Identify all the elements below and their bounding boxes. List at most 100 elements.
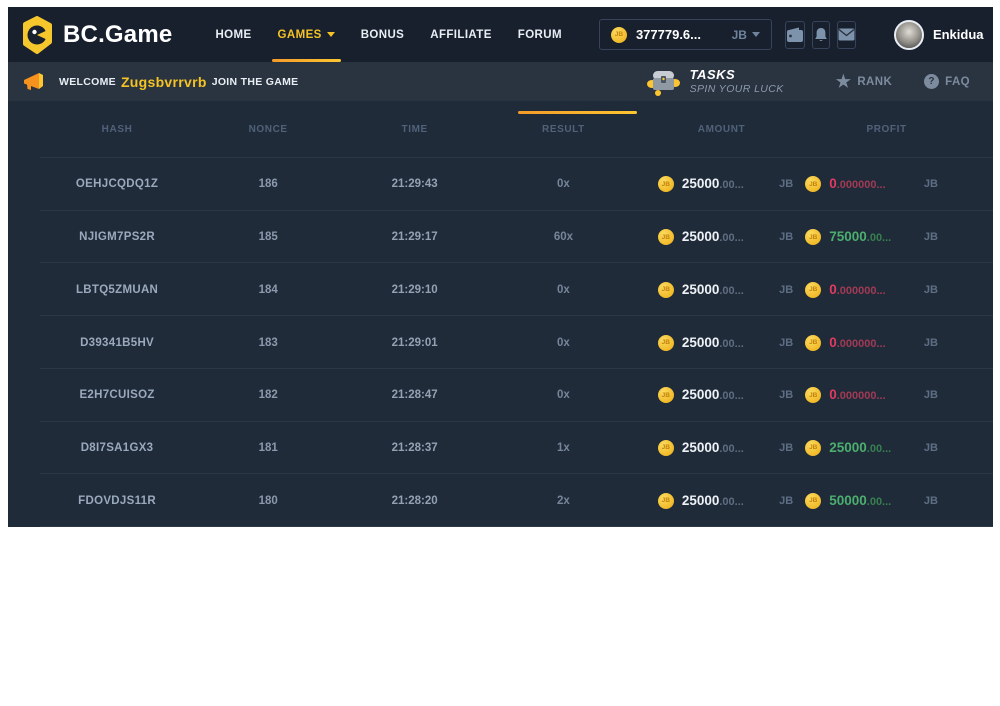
column-header-profit: PROFIT bbox=[805, 124, 968, 135]
table-row[interactable]: E2H7CUISOZ 182 21:28:47 0x JB 25000.00..… bbox=[8, 369, 993, 422]
nav-item-bonus[interactable]: BONUS bbox=[348, 7, 418, 62]
nav-item-home[interactable]: HOME bbox=[202, 7, 264, 62]
nonce-cell: 183 bbox=[196, 337, 340, 349]
profit-cell: JB 50000.00... JB bbox=[805, 492, 968, 510]
nonce-cell: 182 bbox=[196, 389, 340, 401]
welcome-username: Zugsbvrrvrb bbox=[121, 74, 207, 90]
user-menu[interactable]: Enkidua bbox=[894, 20, 993, 50]
question-icon: ? bbox=[924, 74, 939, 89]
table-header: HASHNONCETIMERESULTAMOUNTPROFIT bbox=[8, 101, 993, 158]
column-header-hash: HASH bbox=[38, 124, 196, 135]
result-cell: 0x bbox=[489, 337, 638, 349]
amount-cell: JB 25000.00... JB bbox=[638, 492, 805, 510]
faq-label: FAQ bbox=[945, 76, 970, 88]
amount-cell: JB 25000.00... JB bbox=[638, 386, 805, 404]
nav-item-affiliate[interactable]: AFFILIATE bbox=[417, 7, 505, 62]
jb-coin-icon: JB bbox=[805, 440, 821, 456]
column-header-result: RESULT bbox=[489, 124, 638, 135]
brand-logo[interactable]: BC.Game bbox=[20, 16, 172, 54]
bets-table: HASHNONCETIMERESULTAMOUNTPROFIT OEHJCQDQ… bbox=[8, 101, 993, 527]
mail-icon bbox=[838, 28, 855, 41]
welcome-suffix: JOIN THE GAME bbox=[212, 76, 299, 88]
amount-cell: JB 25000.00... JB bbox=[638, 175, 805, 193]
profit-cell: JB 0.000000... JB bbox=[805, 386, 968, 404]
time-cell: 21:29:43 bbox=[340, 178, 489, 190]
time-cell: 21:28:20 bbox=[340, 495, 489, 507]
hash-cell: NJIGM7PS2R bbox=[38, 231, 196, 243]
table-row[interactable]: LBTQ5ZMUAN 184 21:29:10 0x JB 25000.00..… bbox=[8, 263, 993, 316]
nonce-cell: 180 bbox=[196, 495, 340, 507]
rank-label: RANK bbox=[857, 76, 892, 88]
result-cell: 0x bbox=[489, 284, 638, 296]
time-cell: 21:29:01 bbox=[340, 337, 489, 349]
amount-cell: JB 25000.00... JB bbox=[638, 228, 805, 246]
nav-item-forum[interactable]: FORUM bbox=[505, 7, 575, 62]
bcgame-logo-icon bbox=[20, 16, 54, 54]
table-row[interactable]: D8I7SA1GX3 181 21:28:37 1x JB 25000.00..… bbox=[8, 422, 993, 475]
currency-selector[interactable]: JB bbox=[732, 28, 760, 42]
nonce-cell: 185 bbox=[196, 231, 340, 243]
jb-coin-icon: JB bbox=[658, 335, 674, 351]
profit-cell: JB 0.000000... JB bbox=[805, 334, 968, 352]
jb-coin-icon: JB bbox=[658, 176, 674, 192]
chevron-down-icon bbox=[752, 32, 760, 37]
currency-label: JB bbox=[732, 28, 747, 42]
jb-coin-icon: JB bbox=[805, 282, 821, 298]
jb-coin-icon: JB bbox=[658, 440, 674, 456]
amount-cell: JB 25000.00... JB bbox=[638, 334, 805, 352]
hash-cell: E2H7CUISOZ bbox=[38, 389, 196, 401]
amount-cell: JB 25000.00... JB bbox=[638, 439, 805, 457]
user-name: Enkidua bbox=[933, 27, 984, 42]
time-cell: 21:28:37 bbox=[340, 442, 489, 454]
rank-link[interactable]: ★ RANK bbox=[836, 73, 892, 90]
jb-coin-icon: JB bbox=[658, 493, 674, 509]
time-cell: 21:29:17 bbox=[340, 231, 489, 243]
bell-icon bbox=[813, 27, 829, 43]
notifications-button[interactable] bbox=[812, 21, 830, 49]
tasks-subtitle: SPIN YOUR LUCK bbox=[690, 83, 784, 95]
hash-cell: D39341B5HV bbox=[38, 337, 196, 349]
faq-link[interactable]: ? FAQ bbox=[924, 74, 970, 89]
balance-display[interactable]: JB 377779.6... JB bbox=[599, 19, 772, 50]
hash-cell: LBTQ5ZMUAN bbox=[38, 284, 196, 296]
result-cell: 60x bbox=[489, 231, 638, 243]
chevron-down-icon bbox=[327, 32, 335, 37]
jb-coin-icon: JB bbox=[611, 27, 627, 43]
column-header-amount: AMOUNT bbox=[638, 124, 805, 135]
messages-button[interactable] bbox=[837, 21, 856, 49]
time-cell: 21:29:10 bbox=[340, 284, 489, 296]
hash-cell: OEHJCQDQ1Z bbox=[38, 178, 196, 190]
avatar bbox=[894, 20, 924, 50]
profit-cell: JB 0.000000... JB bbox=[805, 175, 968, 193]
amount-cell: JB 25000.00... JB bbox=[638, 281, 805, 299]
hash-cell: FDOVDJS11R bbox=[38, 495, 196, 507]
table-row[interactable]: FDOVDJS11R 180 21:28:20 2x JB 25000.00..… bbox=[8, 474, 993, 527]
tasks-link[interactable]: TASKS SPIN YOUR LUCK bbox=[645, 67, 784, 97]
wallet-icon bbox=[786, 27, 804, 43]
column-header-nonce: NONCE bbox=[196, 124, 340, 135]
result-cell: 0x bbox=[489, 178, 638, 190]
profit-cell: JB 25000.00... JB bbox=[805, 439, 968, 457]
welcome-message: WELCOME Zugsbvrrvrb JOIN THE GAME bbox=[22, 71, 298, 93]
hash-cell: D8I7SA1GX3 bbox=[38, 442, 196, 454]
nonce-cell: 181 bbox=[196, 442, 340, 454]
profit-cell: JB 75000.00... JB bbox=[805, 228, 968, 246]
jb-coin-icon: JB bbox=[805, 335, 821, 351]
time-cell: 21:28:47 bbox=[340, 389, 489, 401]
jb-coin-icon: JB bbox=[658, 387, 674, 403]
jb-coin-icon: JB bbox=[805, 176, 821, 192]
jb-coin-icon: JB bbox=[658, 229, 674, 245]
profit-cell: JB 0.000000... JB bbox=[805, 281, 968, 299]
nav-item-games[interactable]: GAMES bbox=[265, 7, 348, 62]
wallet-button[interactable] bbox=[785, 21, 805, 49]
jb-coin-icon: JB bbox=[805, 493, 821, 509]
table-row[interactable]: NJIGM7PS2R 185 21:29:17 60x JB 25000.00.… bbox=[8, 211, 993, 264]
megaphone-icon bbox=[22, 71, 46, 93]
table-row[interactable]: OEHJCQDQ1Z 186 21:29:43 0x JB 25000.00..… bbox=[8, 158, 993, 211]
table-row[interactable]: D39341B5HV 183 21:29:01 0x JB 25000.00..… bbox=[8, 316, 993, 369]
table-body: OEHJCQDQ1Z 186 21:29:43 0x JB 25000.00..… bbox=[8, 158, 993, 527]
star-icon: ★ bbox=[836, 73, 852, 90]
column-header-time: TIME bbox=[340, 124, 489, 135]
result-cell: 0x bbox=[489, 389, 638, 401]
jb-coin-icon: JB bbox=[805, 229, 821, 245]
